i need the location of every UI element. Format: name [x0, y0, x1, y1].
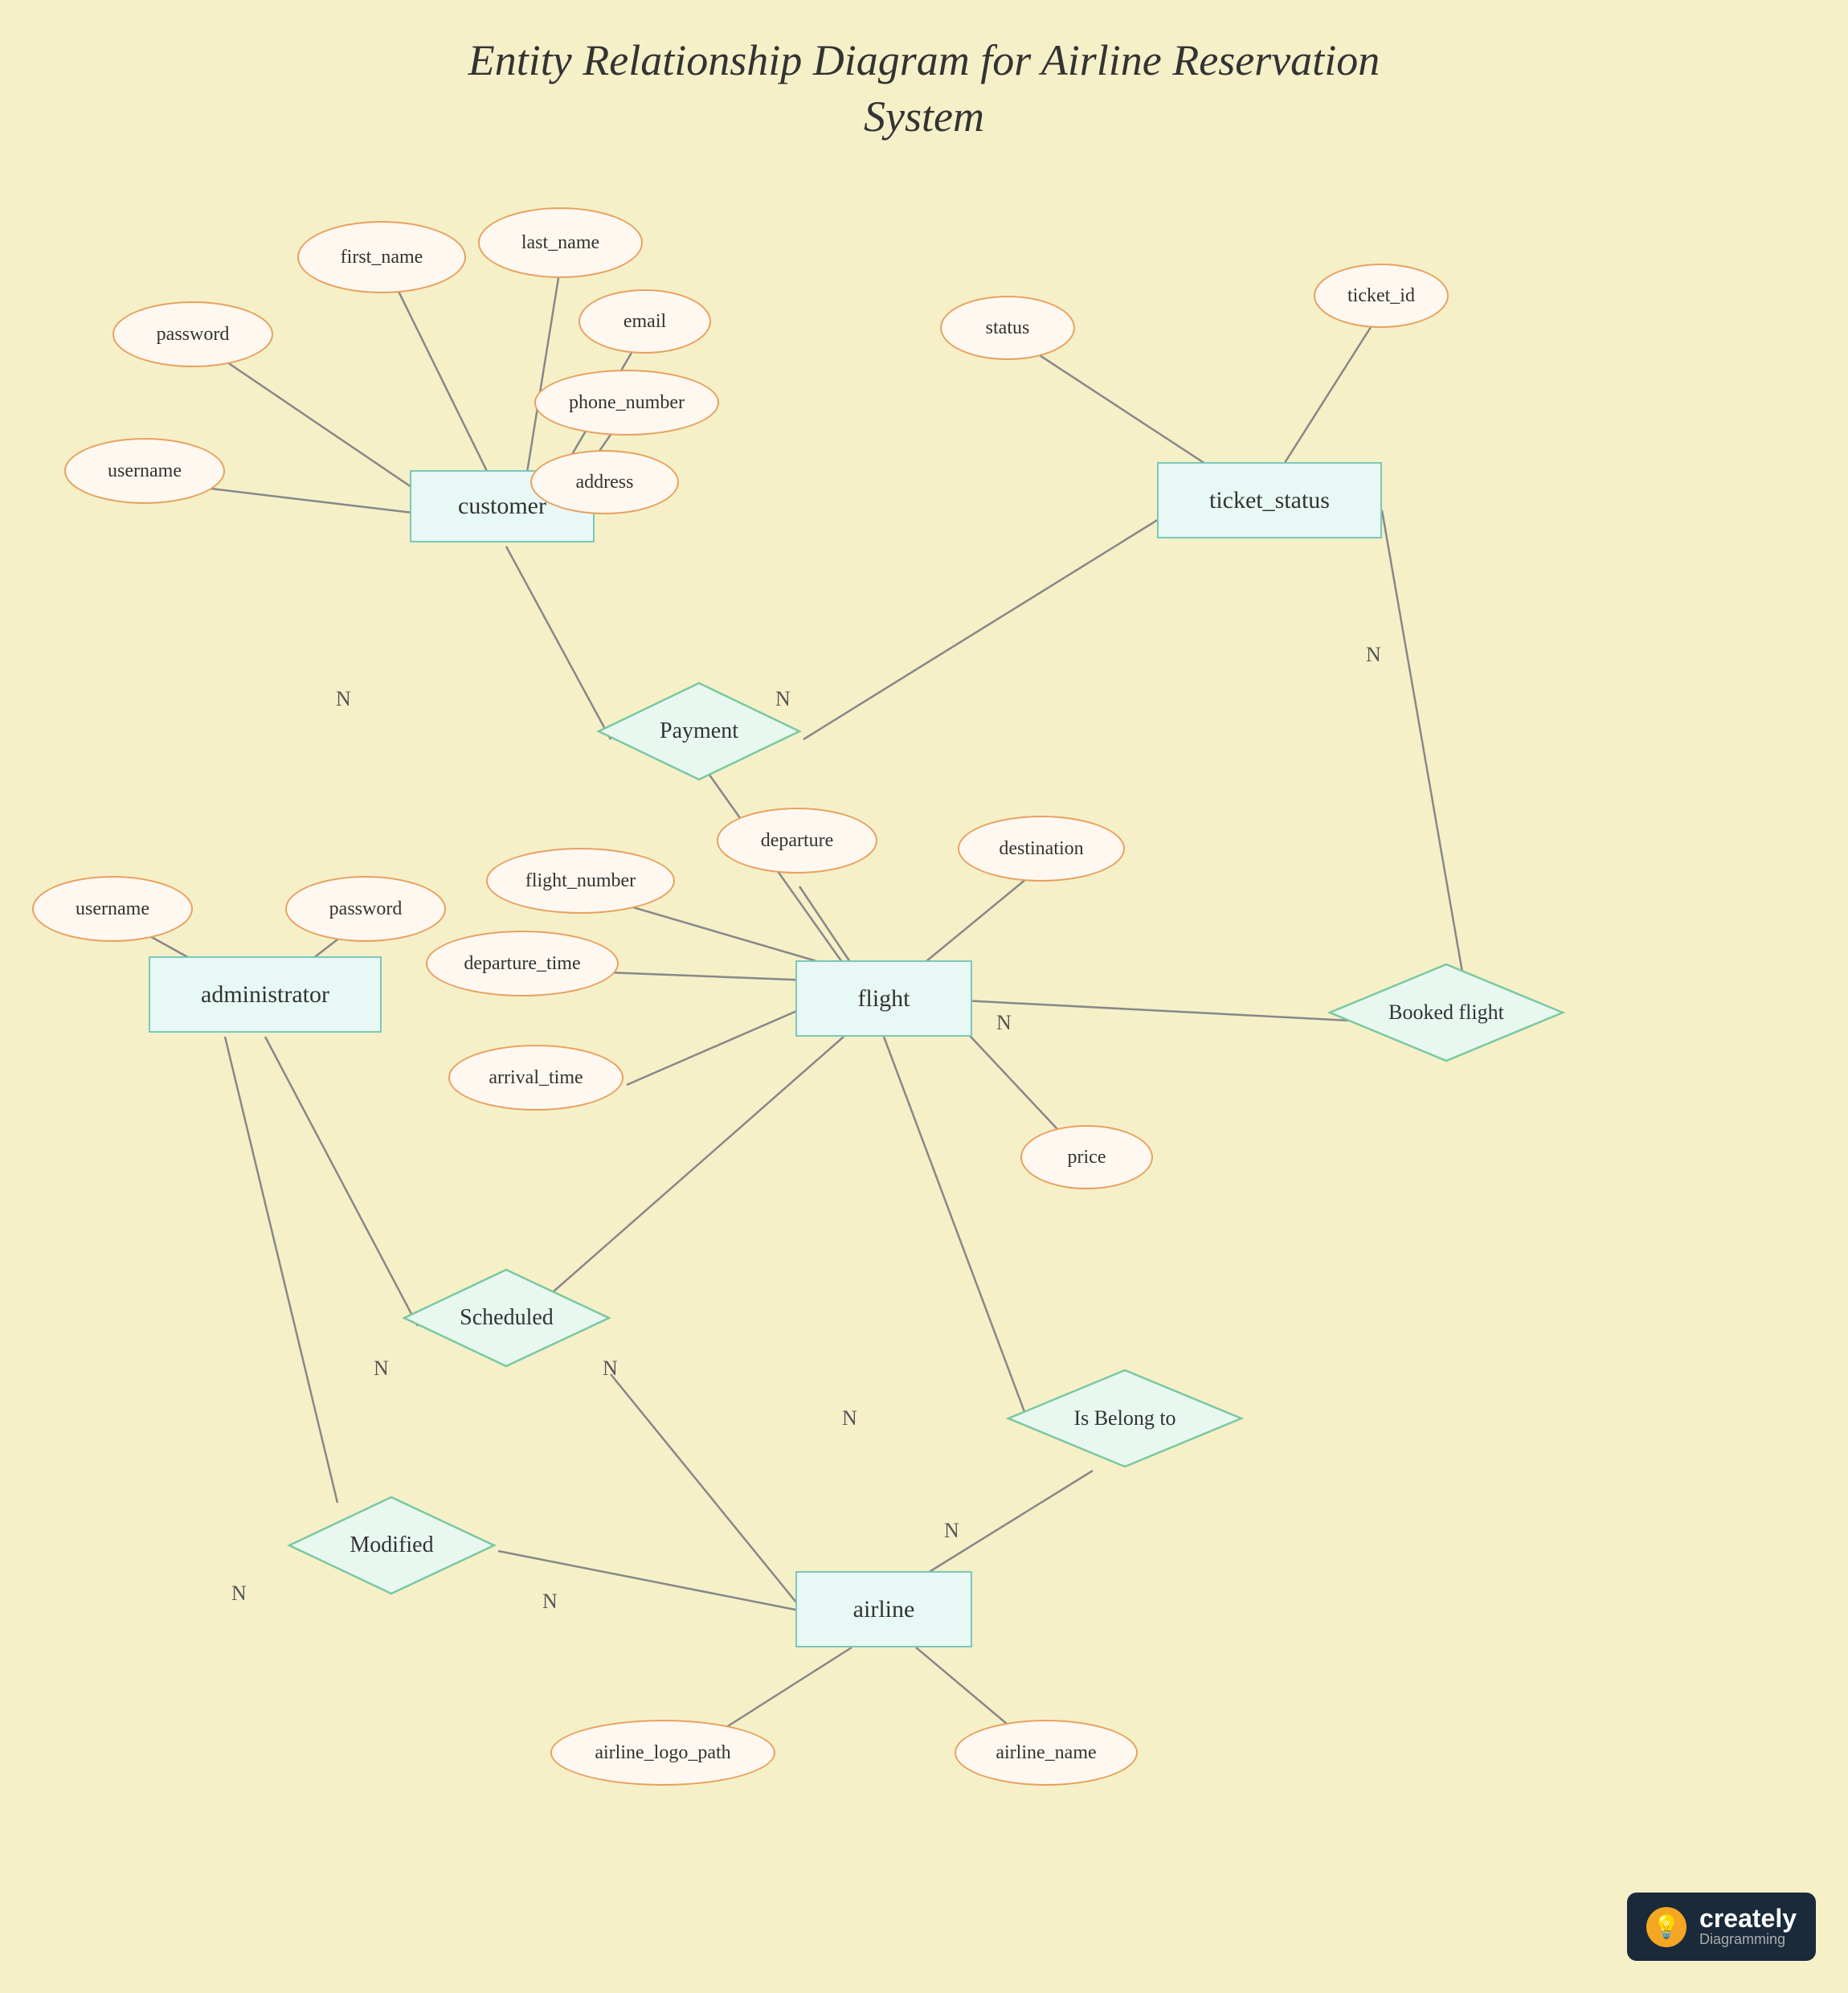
attr-address: address [530, 450, 679, 514]
watermark-sub: Diagramming [1699, 1931, 1797, 1948]
n-label-5: N [374, 1357, 389, 1381]
n-label-9: N [231, 1582, 247, 1606]
attr-ticket-id: ticket_id [1314, 264, 1449, 328]
relationship-payment: Payment [595, 679, 803, 784]
attr-password-admin: password [285, 876, 446, 942]
n-label-7: N [842, 1406, 857, 1430]
relationship-scheduled: Scheduled [400, 1266, 613, 1370]
attr-username-cust: username [64, 438, 225, 504]
watermark-brand: creately [1699, 1905, 1797, 1931]
attr-departure-time: departure_time [426, 931, 619, 996]
attr-email: email [579, 289, 711, 354]
relationship-booked-flight: Booked flight [1326, 960, 1567, 1065]
relationship-is-belong-to: Is Belong to [1004, 1366, 1245, 1471]
attr-departure: departure [717, 808, 877, 874]
diagram-title: Entity Relationship Diagram for Airline … [0, 32, 1848, 145]
attr-airline-name: airline_name [955, 1720, 1138, 1786]
attr-destination: destination [958, 816, 1125, 882]
attr-username-admin: username [32, 876, 193, 942]
relationship-modified: Modified [285, 1493, 498, 1598]
attr-airline-logo-path: airline_logo_path [550, 1720, 775, 1786]
attr-status: status [940, 296, 1075, 360]
entity-ticket-status: ticket_status [1157, 462, 1382, 538]
n-label-10: N [542, 1590, 558, 1614]
n-label-8: N [944, 1519, 959, 1543]
attr-password-cust: password [112, 301, 273, 367]
attr-flight-number: flight_number [486, 848, 675, 914]
attr-phone-number: phone_number [534, 370, 719, 436]
attr-arrival-time: arrival_time [448, 1045, 623, 1111]
attr-first-name: first_name [297, 221, 466, 293]
n-label-1: N [336, 687, 351, 711]
attr-price: price [1020, 1125, 1153, 1189]
n-label-2: N [775, 687, 791, 711]
watermark-icon: 💡 [1646, 1907, 1687, 1947]
entity-airline: airline [795, 1571, 972, 1647]
watermark: 💡 creately Diagramming [1627, 1893, 1816, 1961]
entity-flight: flight [795, 960, 972, 1037]
entity-administrator: administrator [149, 956, 382, 1033]
n-label-4: N [996, 1011, 1012, 1035]
n-label-3: N [1366, 643, 1381, 667]
attr-last-name: last_name [478, 207, 643, 278]
n-label-6: N [603, 1357, 618, 1381]
